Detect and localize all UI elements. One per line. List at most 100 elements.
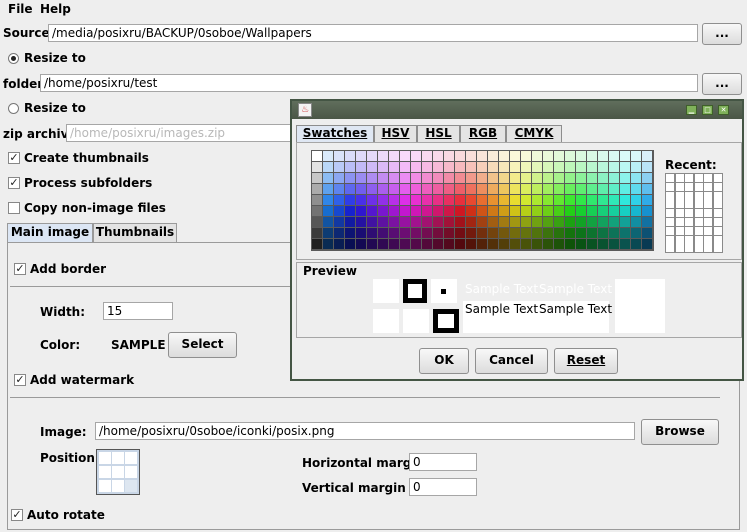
color-swatch[interactable] <box>631 173 642 184</box>
swatch-grid[interactable] <box>311 150 654 251</box>
color-swatch[interactable] <box>367 206 378 217</box>
color-swatch[interactable] <box>532 173 543 184</box>
recent-swatch[interactable] <box>675 200 685 210</box>
color-swatch[interactable] <box>444 162 455 173</box>
color-swatch[interactable] <box>609 151 620 162</box>
color-swatch[interactable] <box>389 239 400 250</box>
color-swatch[interactable] <box>532 162 543 173</box>
color-swatch[interactable] <box>477 239 488 250</box>
color-swatch[interactable] <box>444 184 455 195</box>
recent-swatch[interactable] <box>704 200 713 210</box>
color-swatch[interactable] <box>565 217 576 228</box>
position-cell-bottom-right[interactable] <box>125 480 137 492</box>
color-swatch[interactable] <box>334 239 345 250</box>
recent-swatch[interactable] <box>685 182 694 192</box>
position-cell-center[interactable] <box>112 466 124 478</box>
color-swatch[interactable] <box>367 162 378 173</box>
color-swatch[interactable] <box>631 239 642 250</box>
dialog-title-bar[interactable]: ♨ ▁ □ ✕ <box>292 101 742 119</box>
color-swatch[interactable] <box>389 184 400 195</box>
color-swatch[interactable] <box>389 173 400 184</box>
position-cell-bottom-center[interactable] <box>112 480 124 492</box>
color-swatch[interactable] <box>411 195 422 206</box>
color-swatch[interactable] <box>565 195 576 206</box>
color-swatch[interactable] <box>543 228 554 239</box>
color-swatch[interactable] <box>400 162 411 173</box>
color-swatch[interactable] <box>455 173 466 184</box>
color-swatch[interactable] <box>488 228 499 239</box>
color-swatch[interactable] <box>378 228 389 239</box>
color-swatch[interactable] <box>334 206 345 217</box>
recent-swatch[interactable] <box>675 244 685 254</box>
color-swatch[interactable] <box>312 195 323 206</box>
color-swatch[interactable] <box>356 162 367 173</box>
position-cell-bottom-left[interactable] <box>99 480 111 492</box>
color-swatch[interactable] <box>554 184 565 195</box>
color-swatch[interactable] <box>411 173 422 184</box>
color-swatch[interactable] <box>620 206 631 217</box>
folder-browse-button[interactable]: ... <box>702 73 742 95</box>
color-swatch[interactable] <box>422 206 433 217</box>
color-swatch[interactable] <box>378 151 389 162</box>
color-swatch[interactable] <box>367 228 378 239</box>
recent-swatch[interactable] <box>685 191 694 201</box>
color-swatch[interactable] <box>543 239 554 250</box>
color-swatch[interactable] <box>312 228 323 239</box>
copy-non-image-checkbox[interactable] <box>8 202 20 214</box>
color-swatch[interactable] <box>477 184 488 195</box>
color-swatch[interactable] <box>510 206 521 217</box>
close-icon[interactable]: ✕ <box>718 105 729 115</box>
color-swatch[interactable] <box>444 239 455 250</box>
color-swatch[interactable] <box>521 206 532 217</box>
color-swatch[interactable] <box>312 217 323 228</box>
color-swatch[interactable] <box>488 151 499 162</box>
color-swatch[interactable] <box>422 162 433 173</box>
color-swatch[interactable] <box>587 195 598 206</box>
color-swatch[interactable] <box>642 195 653 206</box>
position-cell-middle-left[interactable] <box>99 466 111 478</box>
color-swatch[interactable] <box>642 151 653 162</box>
color-swatch[interactable] <box>543 151 554 162</box>
recent-swatch[interactable] <box>685 235 694 245</box>
color-swatch[interactable] <box>400 239 411 250</box>
recent-swatch[interactable] <box>675 209 685 219</box>
color-swatch[interactable] <box>389 151 400 162</box>
recent-swatch[interactable] <box>685 218 694 227</box>
color-swatch[interactable] <box>433 184 444 195</box>
color-swatch[interactable] <box>378 239 389 250</box>
tab-cmyk[interactable]: CMYK <box>506 125 562 142</box>
color-swatch[interactable] <box>510 239 521 250</box>
color-swatch[interactable] <box>620 217 631 228</box>
color-swatch[interactable] <box>367 151 378 162</box>
color-swatch[interactable] <box>356 173 367 184</box>
horizontal-margin-field[interactable]: 0 <box>409 453 477 471</box>
recent-swatch[interactable] <box>694 200 704 210</box>
recent-swatch[interactable] <box>704 209 713 219</box>
color-swatch[interactable] <box>356 228 367 239</box>
color-swatch[interactable] <box>587 173 598 184</box>
recent-swatch[interactable] <box>675 226 685 236</box>
color-swatch[interactable] <box>532 195 543 206</box>
color-swatch[interactable] <box>642 206 653 217</box>
tab-swatches[interactable]: Swatches <box>296 125 374 142</box>
color-swatch[interactable] <box>543 206 554 217</box>
color-swatch[interactable] <box>631 151 642 162</box>
recent-swatch[interactable] <box>713 174 723 183</box>
position-cell-top-left[interactable] <box>99 452 111 464</box>
add-watermark-checkbox[interactable]: ✓ <box>14 374 26 386</box>
color-swatch[interactable] <box>466 173 477 184</box>
recent-swatch[interactable] <box>666 226 675 236</box>
color-swatch[interactable] <box>334 184 345 195</box>
color-swatch[interactable] <box>642 162 653 173</box>
position-cell-top-center[interactable] <box>112 452 124 464</box>
recent-swatch[interactable] <box>713 235 723 245</box>
recent-swatch[interactable] <box>713 209 723 219</box>
color-swatch[interactable] <box>466 195 477 206</box>
recent-swatch[interactable] <box>666 218 675 227</box>
color-swatch[interactable] <box>400 173 411 184</box>
color-swatch[interactable] <box>411 239 422 250</box>
color-swatch[interactable] <box>378 217 389 228</box>
color-swatch[interactable] <box>433 173 444 184</box>
color-swatch[interactable] <box>642 217 653 228</box>
color-swatch[interactable] <box>400 195 411 206</box>
